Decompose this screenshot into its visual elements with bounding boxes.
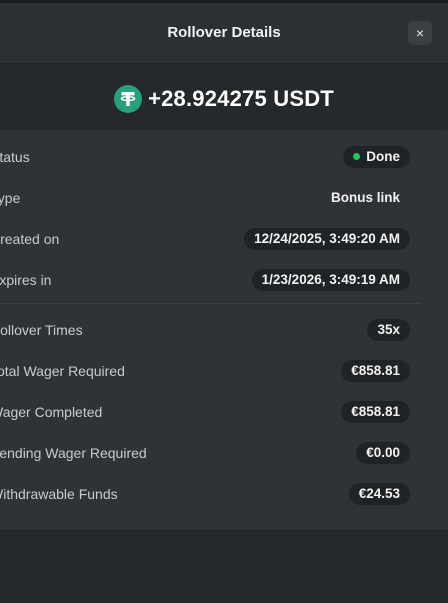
detail-label: Created on: [0, 231, 60, 247]
detail-row-wager-completed: Wager Completed €858.81: [0, 401, 448, 423]
detail-row-created: Created on 12/24/2025, 3:49:20 AM: [0, 228, 448, 250]
detail-label: Total Wager Required: [0, 363, 125, 379]
detail-label: Expires in: [0, 272, 52, 288]
detail-row-expires: Expires in 1/23/2026, 3:49:19 AM: [0, 269, 448, 291]
detail-row-rollover-times: Rollover Times 35x: [0, 319, 448, 341]
close-icon: ×: [415, 25, 425, 41]
amount-value: +28.924275 USDT: [148, 86, 334, 111]
details-card: Status Done Type Bonus link Created on 1…: [0, 130, 448, 530]
detail-row-type: Type Bonus link: [0, 187, 448, 209]
amount-display: +28.924275 USDT: [0, 83, 448, 115]
detail-value: 1/23/2026, 3:49:19 AM: [251, 269, 410, 291]
detail-row-withdrawable: Withdrawable Funds €24.53: [0, 483, 448, 505]
detail-row-total-wager: Total Wager Required €858.81: [0, 360, 448, 382]
tether-icon: [114, 85, 143, 113]
detail-label: Rollover Times: [0, 322, 83, 338]
detail-label: Withdrawable Funds: [0, 486, 118, 502]
divider: [0, 303, 420, 304]
detail-label: Pending Wager Required: [0, 445, 147, 461]
detail-row-status: Status Done: [0, 146, 448, 168]
detail-label: Type: [0, 190, 21, 206]
detail-value: €858.81: [341, 360, 410, 382]
detail-value: 12/24/2025, 3:49:20 AM: [244, 228, 410, 250]
detail-value: 35x: [367, 319, 410, 341]
status-dot-icon: [353, 153, 361, 160]
modal-header: Rollover Details ×: [0, 3, 448, 64]
detail-label: Wager Completed: [0, 404, 103, 420]
modal-title: Rollover Details: [167, 24, 281, 41]
status-badge: Done: [343, 146, 410, 168]
detail-value: €858.81: [341, 401, 410, 423]
detail-value: €0.00: [356, 442, 410, 464]
detail-value: Bonus link: [330, 190, 400, 205]
status-text: Done: [366, 149, 400, 164]
detail-row-pending-wager: Pending Wager Required €0.00: [0, 442, 448, 464]
close-button[interactable]: ×: [408, 21, 432, 45]
detail-value: €24.53: [348, 483, 410, 505]
detail-label: Status: [0, 149, 30, 165]
